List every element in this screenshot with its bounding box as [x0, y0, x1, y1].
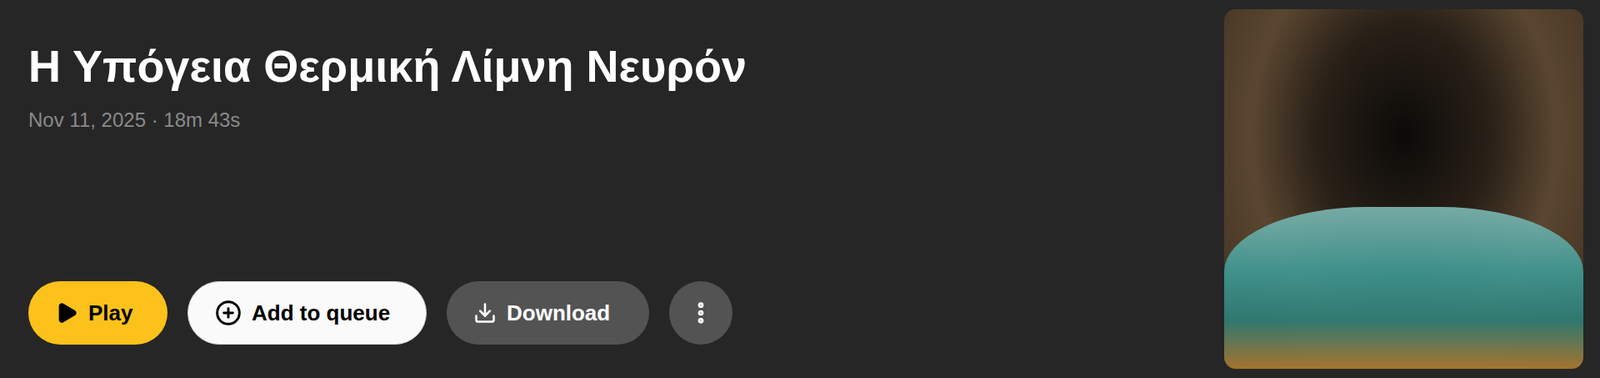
episode-header: Η Υπόγεια Θερμική Λίμνη Νευρόν Nov 11, 20…: [0, 0, 1600, 378]
play-button[interactable]: Play: [28, 280, 168, 345]
episode-title: Η Υπόγεια Θερμική Λίμνη Νευρόν: [28, 38, 1225, 95]
episode-artwork: [1224, 9, 1584, 369]
more-button[interactable]: [669, 280, 733, 345]
episode-info: Η Υπόγεια Θερμική Λίμνη Νευρόν Nov 11, 20…: [0, 0, 1225, 378]
more-vertical-icon: [687, 299, 715, 326]
add-to-queue-button[interactable]: Add to queue: [187, 280, 427, 345]
download-button[interactable]: Download: [446, 280, 650, 345]
plus-circle-icon: [215, 299, 242, 326]
play-icon: [55, 300, 79, 325]
download-icon: [473, 300, 497, 325]
episode-meta: Nov 11, 2025 · 18m 43s: [28, 105, 1225, 135]
action-bar: Play Add to queue Download: [28, 280, 1225, 345]
